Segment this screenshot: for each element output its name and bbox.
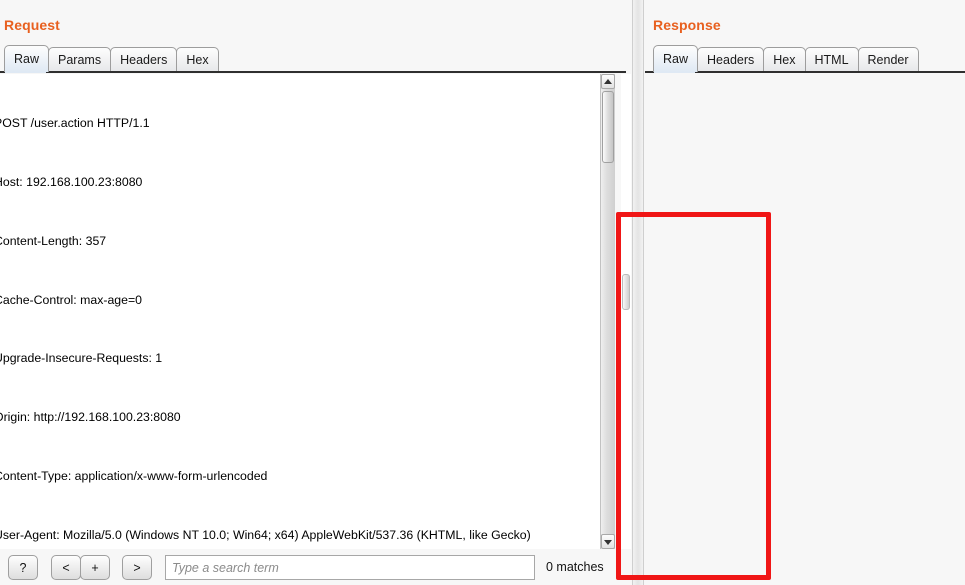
tab-label: Params xyxy=(58,53,102,67)
request-help-button[interactable]: ? xyxy=(8,555,38,580)
scroll-up-icon[interactable] xyxy=(601,74,615,89)
request-next-match-button[interactable]: > xyxy=(122,555,152,580)
tab-label: Hex xyxy=(186,53,209,67)
request-prev-match-button[interactable]: < xyxy=(51,555,81,580)
request-line: Content-Type: application/x-www-form-url… xyxy=(0,468,268,483)
tab-label: Headers xyxy=(120,53,168,67)
request-panel-title: Request xyxy=(4,17,60,33)
response-tabs: Raw Headers Hex HTML Render xyxy=(653,45,919,72)
request-raw-viewer[interactable]: POST /user.action HTTP/1.1 Host: 192.168… xyxy=(0,74,600,549)
response-vertical-scrollbar[interactable] xyxy=(621,74,631,549)
tab-label: Hex xyxy=(773,53,796,67)
response-panel-title: Response xyxy=(653,17,721,33)
request-line: POST /user.action HTTP/1.1 xyxy=(0,116,150,131)
tab-request-hex[interactable]: Hex xyxy=(176,47,219,72)
tab-response-raw[interactable]: Raw xyxy=(653,45,699,72)
request-tab-underline xyxy=(0,71,626,73)
tab-response-html[interactable]: HTML xyxy=(804,47,859,72)
tab-label: HTML xyxy=(814,53,849,67)
tab-label: Render xyxy=(867,53,909,67)
tab-request-params[interactable]: Params xyxy=(48,47,112,72)
burp-repeater-window: Request Raw Params Headers Hex POST /use… xyxy=(0,0,965,585)
response-scroll-thumb[interactable] xyxy=(622,274,630,310)
response-panel: Response Raw Headers Hex HTML Render <tr… xyxy=(621,0,965,585)
request-search-input[interactable]: Type a search term xyxy=(165,555,535,580)
request-line: Host: 192.168.100.23:8080 xyxy=(0,174,143,189)
tab-response-hex[interactable]: Hex xyxy=(763,47,806,72)
request-match-count: 0 matches xyxy=(546,560,604,574)
request-panel: Request Raw Params Headers Hex POST /use… xyxy=(0,0,636,585)
tab-label: Raw xyxy=(14,52,40,66)
tab-request-headers[interactable]: Headers xyxy=(110,47,178,72)
scroll-down-icon[interactable] xyxy=(601,534,615,549)
request-vertical-scrollbar[interactable] xyxy=(600,74,615,549)
request-line: Cache-Control: max-age=0 xyxy=(0,292,142,307)
request-search-bar: ? < + > Type a search term 0 matches xyxy=(0,549,636,585)
request-line: Origin: http://192.168.100.23:8080 xyxy=(0,410,181,425)
request-line: User-Agent: Mozilla/5.0 (Windows NT 10.0… xyxy=(0,527,531,542)
request-scroll-thumb[interactable] xyxy=(602,91,614,163)
tab-request-raw[interactable]: Raw xyxy=(4,45,50,72)
request-line: Content-Length: 357 xyxy=(0,233,107,248)
tab-response-headers[interactable]: Headers xyxy=(697,47,765,72)
request-line: Upgrade-Insecure-Requests: 1 xyxy=(0,351,163,366)
request-tabs: Raw Params Headers Hex xyxy=(4,45,219,72)
panel-divider[interactable] xyxy=(632,0,644,585)
tab-label: Headers xyxy=(707,53,755,67)
tab-response-render[interactable]: Render xyxy=(857,47,919,72)
request-add-button[interactable]: + xyxy=(80,555,110,580)
tab-label: Raw xyxy=(663,52,689,66)
